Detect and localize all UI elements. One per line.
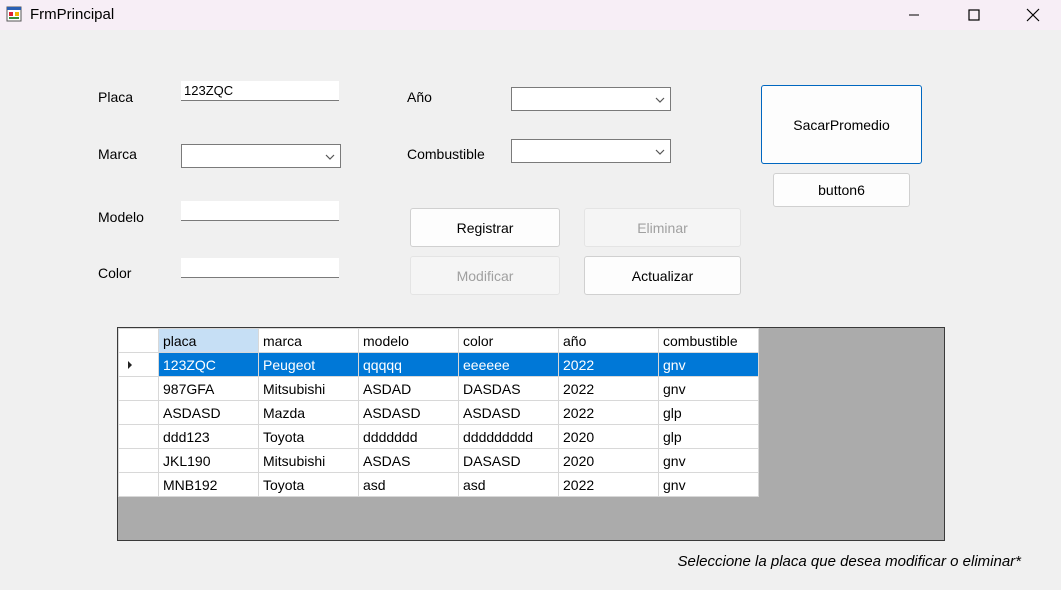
table-cell[interactable]: asd [458,472,559,497]
chevron-down-icon [655,149,665,155]
table-cell[interactable]: gnv [658,376,759,401]
table-cell[interactable]: glp [658,400,759,425]
column-header-color[interactable]: color [458,328,559,353]
marca-select[interactable] [181,144,341,168]
table-cell[interactable]: Toyota [258,472,359,497]
close-button[interactable] [1010,0,1056,30]
window-title: FrmPrincipal [30,6,115,23]
table-cell[interactable]: ddd123 [158,424,259,449]
maximize-button[interactable] [951,0,997,30]
grid-header-row: placa marca modelo color año combustible [118,328,759,353]
table-row[interactable]: JKL190 Mitsubishi ASDAS DASASD 2020 gnv [118,448,759,473]
row-header[interactable] [118,352,159,377]
table-cell[interactable]: ASDAS [358,448,459,473]
table-cell[interactable]: DASASD [458,448,559,473]
table-cell[interactable]: ddddddd [358,424,459,449]
combustible-label: Combustible [407,146,485,162]
column-header-modelo[interactable]: modelo [358,328,459,353]
table-cell[interactable]: asd [358,472,459,497]
table-cell[interactable]: glp [658,424,759,449]
row-header[interactable] [118,448,159,473]
instruction-hint: Seleccione la placa que desea modificar … [677,553,1021,570]
button6[interactable]: button6 [773,173,910,207]
chevron-down-icon [325,154,335,160]
table-row[interactable]: 987GFA Mitsubishi ASDAD DASDAS 2022 gnv [118,376,759,401]
close-icon [1026,8,1040,22]
table-cell[interactable]: Toyota [258,424,359,449]
modelo-label: Modelo [98,209,144,225]
vehicles-grid[interactable]: placa marca modelo color año combustible… [117,327,945,541]
current-row-indicator-icon [128,360,132,369]
column-header-anio[interactable]: año [558,328,659,353]
table-row[interactable]: 123ZQC Peugeot qqqqq eeeeee 2022 gnv [118,352,759,377]
grid-table: placa marca modelo color año combustible… [118,328,759,497]
table-row[interactable]: ddd123 Toyota ddddddd ddddddddd 2020 glp [118,424,759,449]
combustible-select[interactable] [511,139,671,163]
title-bar: FrmPrincipal [0,0,1061,30]
eliminar-button[interactable]: Eliminar [584,208,741,247]
color-label: Color [98,265,132,281]
table-cell[interactable]: gnv [658,472,759,497]
table-cell[interactable]: 2022 [558,352,659,377]
table-cell[interactable]: Mitsubishi [258,376,359,401]
row-header[interactable] [118,424,159,449]
table-cell[interactable]: Mitsubishi [258,448,359,473]
modelo-input[interactable] [181,201,339,221]
column-header-marca[interactable]: marca [258,328,359,353]
column-header-combustible[interactable]: combustible [658,328,759,353]
minimize-button[interactable] [891,0,937,30]
placa-label: Placa [98,89,134,105]
table-cell[interactable]: ASDAD [358,376,459,401]
marca-label: Marca [98,146,137,162]
table-cell[interactable]: ASDASD [458,400,559,425]
table-cell[interactable]: 2020 [558,448,659,473]
table-cell[interactable]: Peugeot [258,352,359,377]
table-cell[interactable]: gnv [658,448,759,473]
app-icon [6,6,22,22]
grid-corner [118,328,159,353]
table-cell[interactable]: gnv [658,352,759,377]
table-row[interactable]: ASDASD Mazda ASDASD ASDASD 2022 glp [118,400,759,425]
color-input[interactable] [181,258,339,278]
registrar-button[interactable]: Registrar [410,208,560,247]
table-cell[interactable]: ASDASD [158,400,259,425]
modificar-button[interactable]: Modificar [410,256,560,295]
table-cell[interactable]: JKL190 [158,448,259,473]
table-cell[interactable]: 987GFA [158,376,259,401]
row-header[interactable] [118,400,159,425]
anio-select[interactable] [511,87,671,111]
table-cell[interactable]: ddddddddd [458,424,559,449]
row-header[interactable] [118,376,159,401]
actualizar-button[interactable]: Actualizar [584,256,741,295]
maximize-icon [968,9,980,21]
table-cell[interactable]: Mazda [258,400,359,425]
minimize-icon [909,14,919,16]
row-header[interactable] [118,472,159,497]
table-cell[interactable]: qqqqq [358,352,459,377]
table-cell[interactable]: ASDASD [358,400,459,425]
column-header-placa[interactable]: placa [158,328,259,353]
placa-input[interactable] [181,81,339,101]
table-cell[interactable]: 2020 [558,424,659,449]
table-cell[interactable]: 123ZQC [158,352,259,377]
sacar-promedio-button[interactable]: SacarPromedio [761,85,922,164]
table-cell[interactable]: eeeeee [458,352,559,377]
table-cell[interactable]: DASDAS [458,376,559,401]
table-cell[interactable]: 2022 [558,400,659,425]
chevron-down-icon [655,97,665,103]
table-cell[interactable]: 2022 [558,376,659,401]
table-row[interactable]: MNB192 Toyota asd asd 2022 gnv [118,472,759,497]
table-cell[interactable]: 2022 [558,472,659,497]
anio-label: Año [407,89,432,105]
table-cell[interactable]: MNB192 [158,472,259,497]
